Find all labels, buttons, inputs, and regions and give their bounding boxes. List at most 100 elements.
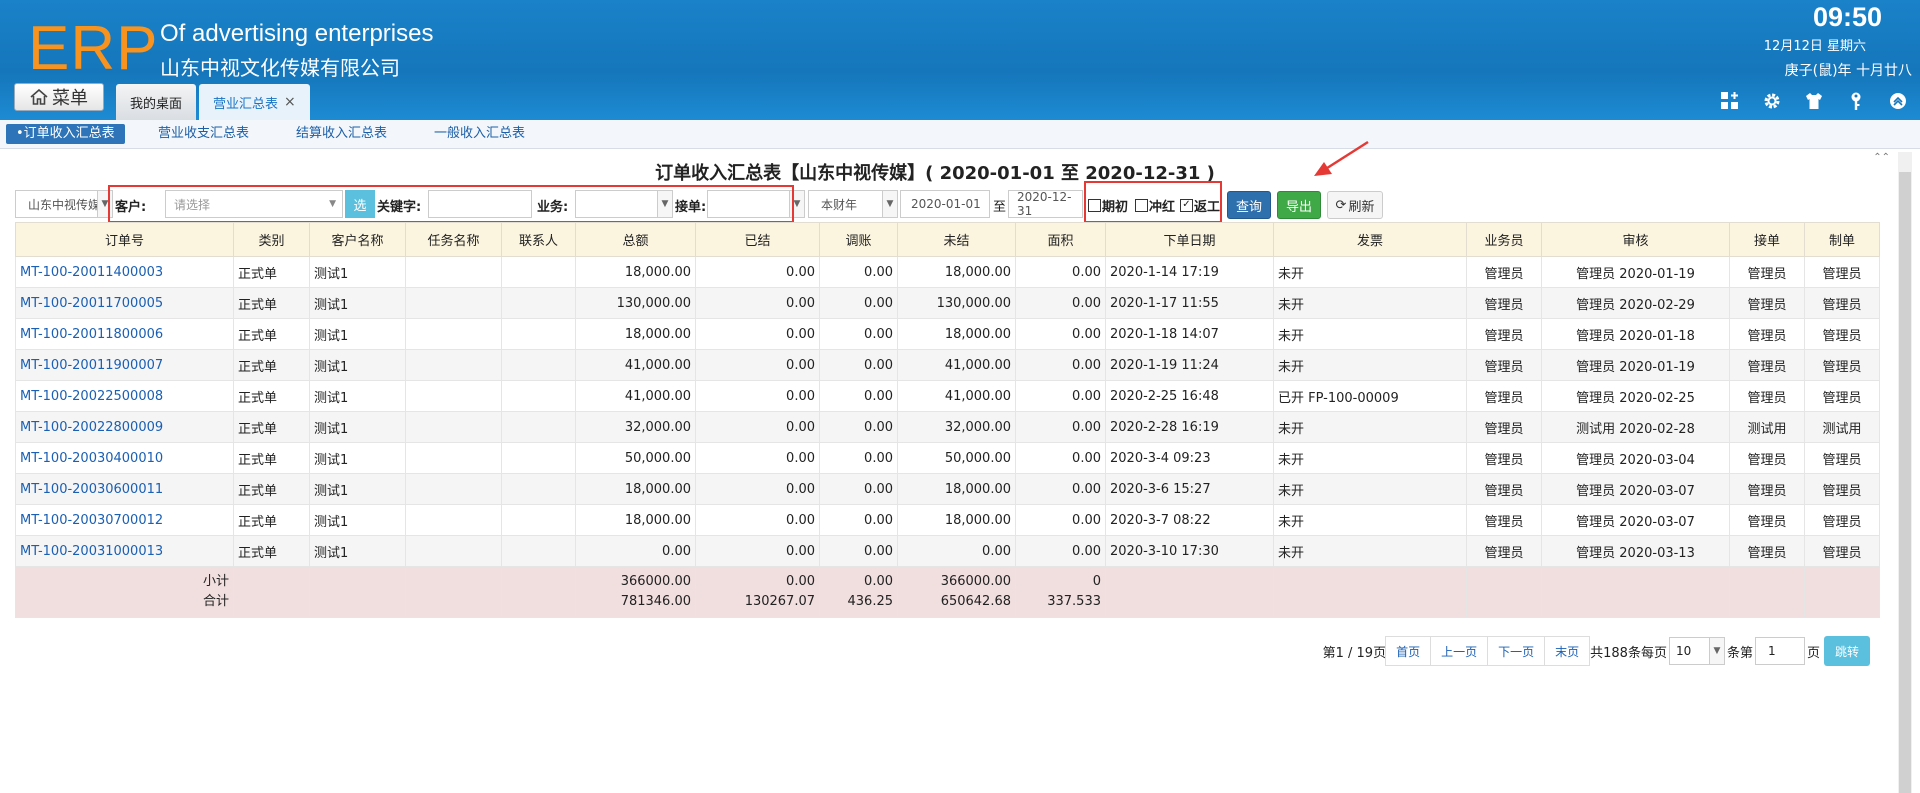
contact-cell <box>501 535 576 567</box>
last-page-button[interactable]: 末页 <box>1544 636 1591 666</box>
menu-button[interactable]: 菜单 <box>14 83 104 111</box>
col-header[interactable]: 发票 <box>1273 222 1467 257</box>
order-no-cell[interactable]: MT-100-20011400003 <box>15 256 234 288</box>
export-button[interactable]: 导出 <box>1277 191 1321 219</box>
category-cell: 正式单 <box>233 442 310 474</box>
prev-page-button[interactable]: 上一页 <box>1430 636 1489 666</box>
col-header[interactable]: 类别 <box>233 222 310 257</box>
query-button[interactable]: 查询 <box>1227 191 1271 219</box>
refresh-button[interactable]: ⟳ 刷新 <box>1327 191 1383 219</box>
review-cell: 管理员 2020-03-13 <box>1541 535 1730 567</box>
collapse-up-icon[interactable] <box>1886 89 1910 113</box>
grand-adjust: 436.25 <box>847 594 894 609</box>
vertical-scrollbar[interactable] <box>1898 152 1912 793</box>
col-header[interactable]: 客户名称 <box>309 222 406 257</box>
receiver-cell: 管理员 <box>1729 442 1805 474</box>
receiver-cell: 管理员 <box>1729 256 1805 288</box>
first-page-button[interactable]: 首页 <box>1385 636 1432 666</box>
order-date-cell: 2020-2-28 16:19 <box>1105 411 1274 443</box>
empty-cell <box>1804 566 1880 618</box>
page-tabs: 我的桌面 营业汇总表 × <box>116 84 310 120</box>
chevron-down-icon: ▼ <box>1708 638 1724 664</box>
shirt-icon[interactable] <box>1802 89 1826 113</box>
table-row[interactable]: MT-100-20022800009 正式单 测试1 32,000.00 0.00 0.0… <box>15 411 1880 443</box>
table-row[interactable]: MT-100-20030700012 正式单 测试1 18,000.00 0.00 0.0… <box>15 504 1880 536</box>
order-no-cell[interactable]: MT-100-20022500008 <box>15 380 234 412</box>
order-no-cell[interactable]: MT-100-20030400010 <box>15 442 234 474</box>
subnav-order-income[interactable]: •订单收入汇总表 <box>6 124 125 144</box>
customer-name-cell: 测试1 <box>309 442 406 474</box>
company-select[interactable]: 山东中视传媒 ▼ <box>15 190 113 218</box>
go-page-button[interactable]: 跳转 <box>1824 636 1870 666</box>
scroll-up-icon[interactable]: ⌃⌃ <box>1873 152 1890 163</box>
order-date-cell: 2020-1-17 11:55 <box>1105 287 1274 319</box>
unsettled-cell: 41,000.00 <box>897 349 1016 381</box>
adjust-cell: 0.00 <box>819 349 898 381</box>
tab-business-summary[interactable]: 营业汇总表 × <box>199 84 310 120</box>
col-header[interactable]: 下单日期 <box>1105 222 1274 257</box>
table-row[interactable]: MT-100-20011700005 正式单 测试1 130,000.00 0.00 0.… <box>15 287 1880 319</box>
col-header[interactable]: 制单 <box>1804 222 1880 257</box>
scrollbar-thumb[interactable] <box>1899 172 1911 793</box>
tab-my-desktop[interactable]: 我的桌面 <box>116 84 197 120</box>
order-date-cell: 2020-3-4 09:23 <box>1105 442 1274 474</box>
creator-cell: 管理员 <box>1804 318 1880 350</box>
subnav-settlement-income[interactable]: 结算收入汇总表 <box>286 124 397 144</box>
col-header[interactable]: 联系人 <box>501 222 576 257</box>
order-no-cell[interactable]: MT-100-20022800009 <box>15 411 234 443</box>
order-no-cell[interactable]: MT-100-20030700012 <box>15 504 234 536</box>
date-to-input[interactable]: 2020-12-31 <box>1008 190 1083 218</box>
gear-icon[interactable] <box>1760 89 1784 113</box>
order-no-cell[interactable]: MT-100-20031000013 <box>15 535 234 567</box>
order-date-cell: 2020-2-25 16:48 <box>1105 380 1274 412</box>
col-header[interactable]: 任务名称 <box>405 222 502 257</box>
order-no-cell[interactable]: MT-100-20011800006 <box>15 318 234 350</box>
col-header[interactable]: 总额 <box>575 222 696 257</box>
creator-cell: 管理员 <box>1804 380 1880 412</box>
col-header[interactable]: 调账 <box>819 222 898 257</box>
empty-cell <box>1105 566 1274 618</box>
page-number-input[interactable]: 1 <box>1754 637 1805 665</box>
area-cell: 0.00 <box>1015 380 1106 412</box>
col-header[interactable]: 面积 <box>1015 222 1106 257</box>
table-row[interactable]: MT-100-20011800006 正式单 测试1 18,000.00 0.00 0.0… <box>15 318 1880 350</box>
order-no-cell[interactable]: MT-100-20011700005 <box>15 287 234 319</box>
tab-label: 我的桌面 <box>130 96 183 112</box>
total-cell: 0.00 <box>575 535 696 567</box>
next-page-button[interactable]: 下一页 <box>1487 636 1546 666</box>
subtotal-area: 0 <box>1092 574 1101 589</box>
task-name-cell <box>405 349 502 381</box>
clock-date: 12月12日 星期六 <box>1763 39 1866 54</box>
table-row[interactable]: MT-100-20031000013 正式单 测试1 0.00 0.00 0.00 0.00… <box>15 535 1880 567</box>
close-icon[interactable]: × <box>284 94 296 110</box>
period-select[interactable]: 本财年 ▼ <box>808 190 898 218</box>
col-header[interactable]: 审核 <box>1541 222 1730 257</box>
total-label: 合计 <box>202 594 229 609</box>
creator-cell: 管理员 <box>1804 473 1880 505</box>
review-cell: 管理员 2020-01-19 <box>1541 349 1730 381</box>
per-page-select[interactable]: 10 ▼ <box>1668 637 1725 665</box>
order-no-cell[interactable]: MT-100-20030600011 <box>15 473 234 505</box>
col-header[interactable]: 接单 <box>1729 222 1805 257</box>
grid-plus-icon[interactable] <box>1718 89 1742 113</box>
date-from-input[interactable]: 2020-01-01 <box>900 190 990 218</box>
table-row[interactable]: MT-100-20011900007 正式单 测试1 41,000.00 0.00 0.0… <box>15 349 1880 381</box>
order-no-cell[interactable]: MT-100-20011900007 <box>15 349 234 381</box>
key-icon[interactable] <box>1844 89 1868 113</box>
subnav-business-income-expense[interactable]: 营业收支汇总表 <box>148 124 259 144</box>
settled-cell: 0.00 <box>695 504 820 536</box>
table-row[interactable]: MT-100-20011400003 正式单 测试1 18,000.00 0.00 0.0… <box>15 256 1880 288</box>
table-row[interactable]: MT-100-20022500008 正式单 测试1 41,000.00 0.00 0.0… <box>15 380 1880 412</box>
subnav-general-income[interactable]: 一般收入汇总表 <box>424 124 535 144</box>
col-header[interactable]: 订单号 <box>15 222 234 257</box>
col-header[interactable]: 已结 <box>695 222 820 257</box>
total-cell: 18,000.00 <box>575 318 696 350</box>
category-cell: 正式单 <box>233 411 310 443</box>
col-header[interactable]: 未结 <box>897 222 1016 257</box>
adjust-cell: 0.00 <box>819 318 898 350</box>
col-header[interactable]: 业务员 <box>1466 222 1542 257</box>
customer-name-cell: 测试1 <box>309 411 406 443</box>
table-row[interactable]: MT-100-20030400010 正式单 测试1 50,000.00 0.00 0.0… <box>15 442 1880 474</box>
review-cell: 管理员 2020-03-07 <box>1541 504 1730 536</box>
table-row[interactable]: MT-100-20030600011 正式单 测试1 18,000.00 0.00 0.0… <box>15 473 1880 505</box>
